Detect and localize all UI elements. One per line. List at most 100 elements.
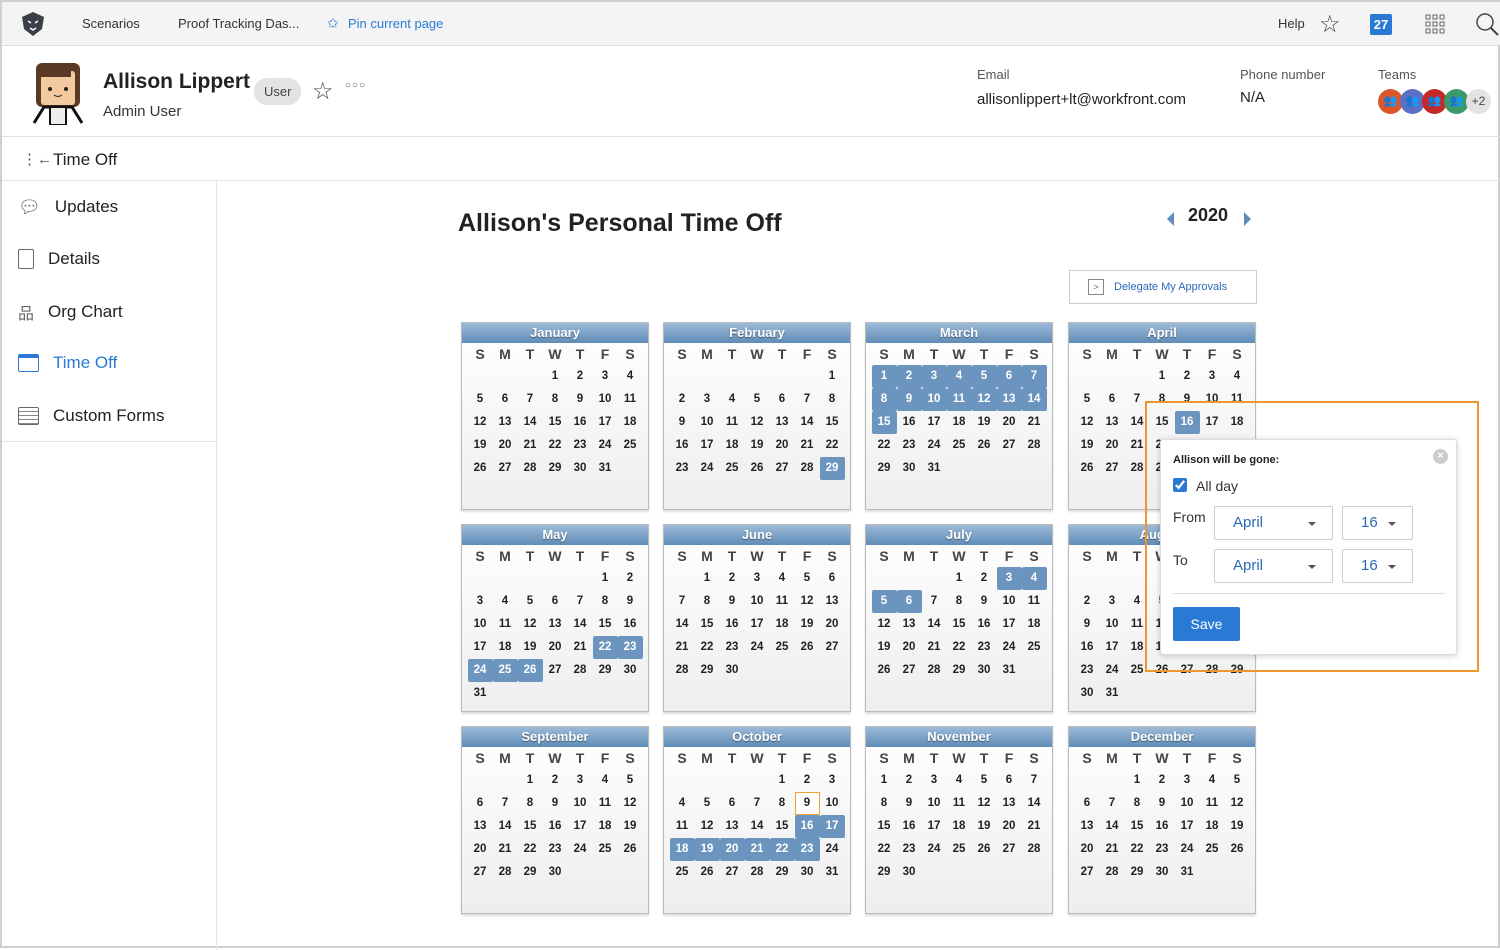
calendar-day[interactable]: 21 (1022, 411, 1047, 434)
calendar-day[interactable]: 21 (518, 434, 543, 457)
calendar-day[interactable]: 16 (568, 411, 593, 434)
calendar-day[interactable]: 24 (922, 434, 947, 457)
calendar-day[interactable]: 27 (468, 861, 493, 884)
calendar-day[interactable]: 9 (972, 590, 997, 613)
workfront-logo-icon[interactable] (20, 11, 46, 37)
calendar-day[interactable]: 5 (745, 388, 770, 411)
calendar-day[interactable]: 3 (568, 769, 593, 792)
calendar-day[interactable]: 29 (1125, 861, 1150, 884)
calendar-day[interactable]: 11 (1200, 792, 1225, 815)
calendar-day[interactable]: 2 (1150, 769, 1175, 792)
calendar-day[interactable]: 9 (543, 792, 568, 815)
calendar-day[interactable]: 2 (543, 769, 568, 792)
calendar-day[interactable]: 25 (1022, 636, 1047, 659)
calendar-day[interactable]: 3 (820, 769, 845, 792)
calendar-day[interactable]: 3 (593, 365, 618, 388)
time-off-day[interactable]: 20 (719, 838, 745, 861)
calendar-day[interactable]: 24 (568, 838, 593, 861)
calendar-day[interactable]: 16 (1150, 815, 1175, 838)
calendar-day[interactable]: 21 (493, 838, 518, 861)
calendar-day[interactable]: 21 (795, 434, 820, 457)
calendar-day[interactable]: 27 (1075, 861, 1100, 884)
save-button[interactable]: Save (1173, 607, 1240, 641)
apps-grid-icon[interactable] (1425, 14, 1446, 34)
calendar-day[interactable]: 30 (897, 457, 922, 480)
calendar-day[interactable]: 1 (1150, 365, 1175, 388)
calendar-day[interactable]: 26 (795, 636, 820, 659)
calendar-day[interactable]: 5 (695, 792, 720, 815)
calendar-day[interactable]: 20 (770, 434, 795, 457)
calendar-day[interactable]: 19 (972, 815, 997, 838)
sidebar-item-time-off[interactable]: Time Off (18, 348, 117, 378)
calendar-day[interactable]: 13 (493, 411, 518, 434)
calendar-day[interactable]: 27 (820, 636, 845, 659)
calendar-day[interactable]: 28 (1100, 861, 1125, 884)
calendar-day[interactable]: 31 (922, 457, 947, 480)
calendar-day[interactable]: 31 (820, 861, 845, 884)
calendar-day[interactable]: 8 (1125, 792, 1150, 815)
calendar-day[interactable]: 6 (820, 567, 845, 590)
time-off-day[interactable]: 19 (694, 838, 720, 861)
calendar-day[interactable]: 19 (1225, 815, 1250, 838)
calendar-day[interactable]: 24 (997, 636, 1022, 659)
calendar-day[interactable]: 19 (618, 815, 643, 838)
calendar-day[interactable]: 2 (1175, 365, 1200, 388)
calendar-day[interactable]: 1 (695, 567, 720, 590)
calendar-day[interactable]: 12 (468, 411, 493, 434)
from-day-select[interactable]: 16 (1342, 506, 1413, 540)
notifications-badge[interactable]: 27 (1370, 14, 1392, 35)
close-icon[interactable]: × (1433, 449, 1448, 464)
calendar-day[interactable]: 26 (1075, 457, 1100, 480)
calendar-day[interactable]: 25 (947, 434, 972, 457)
calendar-day[interactable]: 19 (518, 636, 543, 659)
delegate-approvals-button[interactable]: > Delegate My Approvals (1069, 270, 1257, 304)
calendar-day[interactable]: 6 (468, 792, 493, 815)
calendar-day[interactable]: 13 (720, 815, 745, 838)
calendar-day[interactable]: 22 (872, 434, 897, 457)
calendar-day[interactable]: 3 (468, 590, 493, 613)
calendar-day[interactable]: 23 (897, 838, 922, 861)
calendar-day[interactable]: 15 (1125, 815, 1150, 838)
calendar-day[interactable]: 10 (468, 613, 493, 636)
calendar-day[interactable]: 9 (897, 792, 922, 815)
calendar-day[interactable]: 10 (745, 590, 770, 613)
calendar-day[interactable]: 2 (670, 388, 695, 411)
calendar-day[interactable]: 7 (1100, 792, 1125, 815)
to-day-select[interactable]: 16 (1342, 549, 1413, 583)
calendar-day[interactable]: 29 (872, 861, 897, 884)
calendar-day[interactable]: 12 (518, 613, 543, 636)
calendar-day[interactable]: 13 (1100, 411, 1125, 434)
time-off-day[interactable]: 11 (946, 388, 972, 411)
calendar-day[interactable]: 14 (670, 613, 695, 636)
calendar-day[interactable]: 19 (745, 434, 770, 457)
calendar-day[interactable]: 28 (745, 861, 770, 884)
calendar-day[interactable]: 29 (543, 457, 568, 480)
calendar-day[interactable]: 2 (795, 769, 820, 792)
calendar-day[interactable]: 6 (770, 388, 795, 411)
calendar-day[interactable]: 9 (1150, 792, 1175, 815)
calendar-day[interactable]: 27 (720, 861, 745, 884)
calendar-day[interactable]: 29 (593, 659, 618, 682)
calendar-day[interactable]: 27 (1100, 457, 1125, 480)
time-off-day[interactable]: 8 (871, 388, 897, 411)
calendar-day[interactable]: 31 (1175, 861, 1200, 884)
calendar-day[interactable]: 18 (947, 815, 972, 838)
teams-more-count[interactable]: +2 (1466, 89, 1491, 114)
calendar-day[interactable]: 26 (872, 659, 897, 682)
calendar-day[interactable]: 9 (1075, 613, 1100, 636)
calendar-day[interactable]: 12 (1225, 792, 1250, 815)
calendar-day[interactable]: 20 (1075, 838, 1100, 861)
sidebar-item-details[interactable]: Details (18, 244, 100, 274)
calendar-day[interactable]: 2 (897, 769, 922, 792)
calendar-day[interactable]: 30 (618, 659, 643, 682)
calendar-day[interactable]: 23 (1150, 838, 1175, 861)
calendar-day[interactable]: 10 (568, 792, 593, 815)
calendar-day[interactable]: 8 (872, 792, 897, 815)
calendar-day[interactable]: 5 (518, 590, 543, 613)
calendar-day[interactable]: 10 (997, 590, 1022, 613)
calendar-day[interactable]: 27 (997, 838, 1022, 861)
calendar-day[interactable]: 11 (947, 792, 972, 815)
calendar-day[interactable]: 18 (593, 815, 618, 838)
calendar-day[interactable]: 17 (468, 636, 493, 659)
calendar-day[interactable]: 10 (922, 792, 947, 815)
